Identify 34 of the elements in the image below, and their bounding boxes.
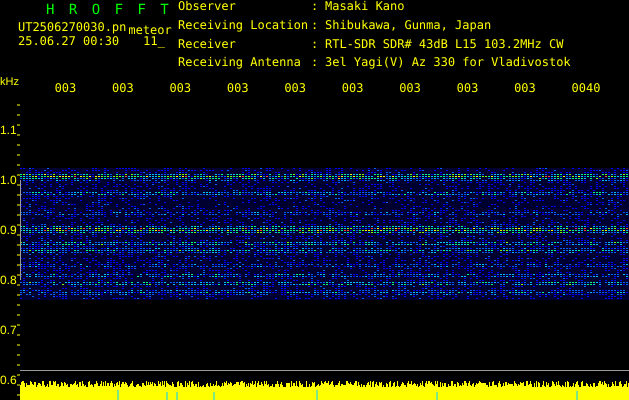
time-label: 003 <box>112 80 135 95</box>
time-label: 003 <box>54 80 78 95</box>
app-title: H R O F F T <box>46 2 172 18</box>
time-label: 003 <box>456 80 480 95</box>
colon-text: : <box>311 20 320 34</box>
info-label: Receiving Location <box>178 20 310 34</box>
frequency-label: 1.0 <box>0 172 17 188</box>
filename-text: UT2506270030.pn <box>18 22 126 34</box>
counter-text: 11_ <box>143 36 165 47</box>
time-label: 003 <box>514 80 537 95</box>
frequency-label: 0.8 <box>0 272 17 288</box>
tag-text: meteor <box>128 25 172 36</box>
frequency-label: 0.9 <box>0 222 17 238</box>
colon-text: : <box>311 57 320 72</box>
datetime-text: 25.06.27 00:30 <box>18 36 120 47</box>
time-label: 003 <box>284 80 308 95</box>
unit-label: kHz <box>0 76 20 88</box>
time-label: 003 <box>226 80 250 95</box>
info-value: RTL-SDR SDR# 43dB L15 103.2MHz CW <box>325 38 564 52</box>
time-label: 003 <box>169 80 192 95</box>
frequency-label: 0.7 <box>0 322 17 338</box>
info-label: Receiving Antenna <box>178 57 302 72</box>
time-label: 003 <box>342 80 364 95</box>
frequency-label: 0.6 <box>0 372 17 388</box>
info-label: Receiver <box>178 38 237 52</box>
frequency-label: 1.1 <box>0 122 17 138</box>
time-label: 0040 <box>572 80 602 95</box>
colon-text: : <box>311 38 320 52</box>
colon-text: : <box>311 1 320 15</box>
info-value: Masaki Kano <box>325 1 406 15</box>
time-label: 003 <box>399 80 422 95</box>
info-value: Shibukawa, Gunma, Japan <box>325 20 492 34</box>
info-label: Observer <box>178 1 237 15</box>
info-value: 3el Yagi(V) Az 330 for Vladivostok <box>325 57 571 72</box>
